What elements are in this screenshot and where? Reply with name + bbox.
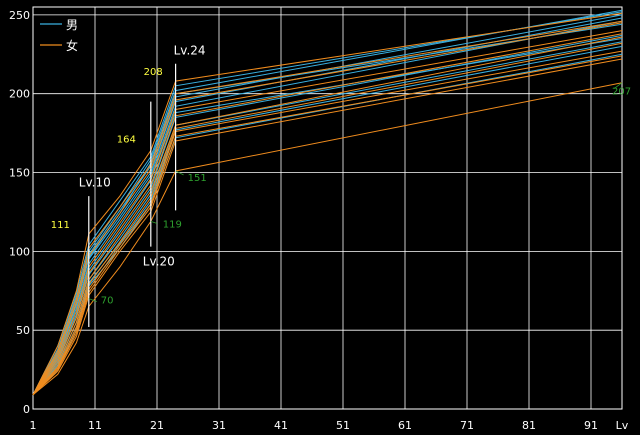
x-tick-label: 11: [88, 419, 102, 432]
value-label: 164: [117, 134, 136, 145]
x-axis-label: Lv: [616, 419, 629, 432]
x-tick-label: 31: [212, 419, 226, 432]
y-tick-label: 100: [9, 245, 30, 258]
value-label: 151: [188, 173, 207, 184]
value-label: 207: [612, 87, 631, 98]
level-label: Lv.20: [143, 255, 175, 269]
value-label: 111: [51, 220, 70, 231]
x-tick-label: 41: [274, 419, 288, 432]
y-tick-label: 0: [23, 403, 30, 416]
legend-label-male: 男: [66, 18, 78, 32]
y-tick-label: 200: [9, 88, 30, 101]
y-tick-label: 150: [9, 167, 30, 180]
level-growth-chart: 0501001502002501 11 21 31 41 51 61 71 81 91 Lv.10…: [9, 6, 631, 432]
value-label: 119: [163, 219, 182, 230]
level-label: Lv.10: [79, 176, 111, 190]
x-tick-label: 51: [336, 419, 350, 432]
legend-label-female: 女: [66, 38, 78, 53]
y-tick-label: 250: [9, 9, 30, 22]
x-tick-label: 1: [30, 419, 37, 432]
x-tick-label: 91: [584, 419, 598, 432]
value-label: 70: [101, 296, 114, 307]
value-label: 208: [144, 67, 163, 78]
x-tick-label: 81: [522, 419, 536, 432]
x-tick-label: 21: [150, 419, 164, 432]
level-label: Lv.24: [174, 43, 206, 57]
x-tick-label: 71: [460, 419, 474, 432]
x-tick-label: 61: [398, 419, 412, 432]
y-tick-label: 50: [16, 324, 30, 337]
